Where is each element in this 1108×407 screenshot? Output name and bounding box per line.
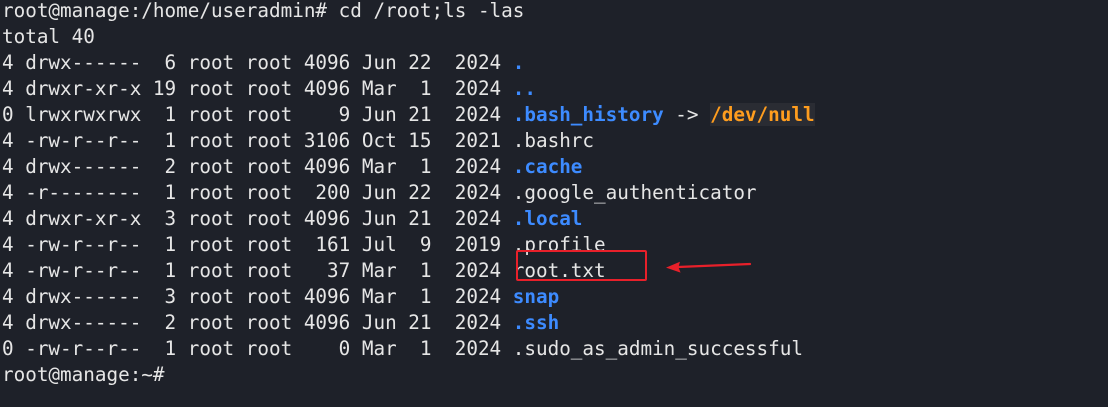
prompt-text: root@manage:~# (2, 363, 177, 386)
row-meta: 0 -rw-r--r-- 1 root root 0 Mar 1 2024 (2, 337, 513, 360)
shell-prompt[interactable]: root@manage:~# (2, 364, 1102, 390)
listing-row: 4 drwxr-xr-x 19 root root 4096 Mar 1 202… (2, 78, 1102, 104)
symlink-arrow: -> (663, 103, 711, 126)
dir-name: .ssh (512, 311, 560, 334)
row-meta: 4 drwx------ 2 root root 4096 Mar 1 2024 (2, 155, 513, 178)
row-meta: 4 -rw-r--r-- 1 root root 3106 Oct 15 202… (2, 129, 513, 152)
file-name: .bashrc (512, 129, 595, 152)
row-meta: 4 drwxr-xr-x 3 root root 4096 Jun 21 202… (2, 207, 513, 230)
listing-row: 4 -rw-r--r-- 1 root root 3106 Oct 15 202… (2, 130, 1102, 156)
terminal-output[interactable]: root@manage:/home/useradmin# cd /root;ls… (2, 0, 1102, 390)
row-meta: 0 lrwxrwxrwx 1 root root 9 Jun 21 2024 (2, 103, 513, 126)
arrow-left-icon (666, 261, 752, 273)
row-meta: 4 drwx------ 6 root root 4096 Jun 22 202… (2, 51, 513, 74)
highlight-box (516, 250, 647, 281)
listing-row: 4 drwxr-xr-x 3 root root 4096 Jun 21 202… (2, 208, 1102, 234)
listing-row: 4 drwx------ 2 root root 4096 Jun 21 202… (2, 312, 1102, 338)
dir-name: .local (512, 207, 583, 230)
file-name: .sudo_as_admin_successful (512, 337, 803, 360)
row-meta: 4 drwx------ 3 root root 4096 Mar 1 2024 (2, 285, 513, 308)
dir-name: .. (512, 77, 536, 100)
symlink-target: /dev/null (710, 103, 815, 126)
listing-row: 4 -r-------- 1 root root 200 Jun 22 2024… (2, 182, 1102, 208)
dir-name: .cache (512, 155, 583, 178)
row-meta: 4 -r-------- 1 root root 200 Jun 22 2024 (2, 181, 513, 204)
listing-row: 4 drwx------ 3 root root 4096 Mar 1 2024… (2, 286, 1102, 312)
listing-row: 0 lrwxrwxrwx 1 root root 9 Jun 21 2024 .… (2, 103, 1102, 130)
dir-name: snap (512, 285, 560, 308)
listing-row: 4 drwx------ 6 root root 4096 Jun 22 202… (2, 52, 1102, 78)
command-line: root@manage:/home/useradmin# cd /root;ls… (2, 0, 525, 22)
symlink-name: .bash_history (512, 103, 664, 126)
row-meta: 4 -rw-r--r-- 1 root root 161 Jul 9 2019 (2, 233, 513, 256)
row-meta: 4 -rw-r--r-- 1 root root 37 Mar 1 2024 (2, 259, 513, 282)
total-line: total 40 (2, 25, 95, 48)
file-name: .google_authenticator (512, 181, 757, 204)
row-meta: 4 drwxr-xr-x 19 root root 4096 Mar 1 202… (2, 77, 513, 100)
listing-row: 4 drwx------ 2 root root 4096 Mar 1 2024… (2, 156, 1102, 182)
dir-name: . (512, 51, 525, 74)
row-meta: 4 drwx------ 2 root root 4096 Jun 21 202… (2, 311, 513, 334)
listing-row: 0 -rw-r--r-- 1 root root 0 Mar 1 2024 .s… (2, 338, 1102, 364)
